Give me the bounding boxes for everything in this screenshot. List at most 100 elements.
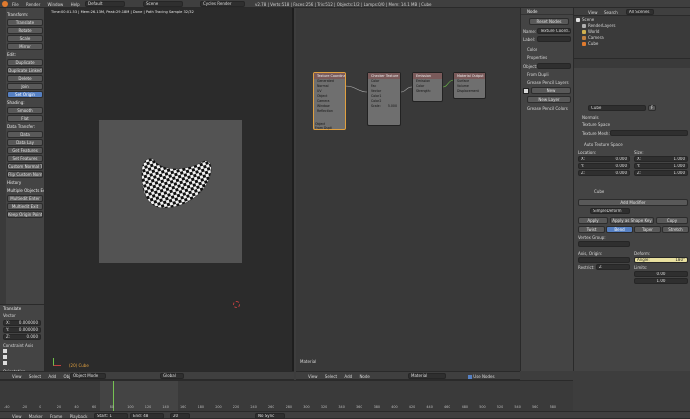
shelf-button[interactable]: Data Lay [7, 139, 43, 146]
shelf-button[interactable]: Delete [7, 75, 43, 82]
shelf-section-title[interactable]: Multiple Objects Editor [7, 188, 44, 194]
shelf-button[interactable]: Multiedit Exit [7, 203, 43, 210]
shelf-section-title[interactable]: History [7, 180, 44, 186]
timeline[interactable]: -40 -20 0 20 40 60 80 100 120 140 160 180 200 220 240 2… [0, 380, 573, 412]
node-panel-title[interactable]: Node [521, 8, 573, 15]
grease-pencil-panel-title[interactable]: Grease Pencil Layers [527, 80, 569, 85]
shelf-button[interactable]: Flip Custom Normals [7, 171, 43, 178]
gp-new-layer-button[interactable]: New Layer [527, 96, 571, 103]
deform-mode-button[interactable]: Bend [606, 226, 633, 233]
node-socket-row[interactable]: Scale: 5.000 [368, 104, 400, 109]
normals-panel-title[interactable]: Normals [582, 115, 599, 120]
axis-origin-field[interactable] [578, 257, 630, 263]
pivot-selector[interactable]: Global [160, 373, 184, 379]
gp-color-swatch[interactable] [523, 88, 529, 94]
use-nodes-toggle[interactable]: Use Nodes [468, 374, 495, 379]
node-socket-row[interactable]: Displacement [454, 89, 485, 94]
shelf-section-title[interactable]: Shading: [7, 100, 44, 106]
scene-selector[interactable]: Scene [143, 1, 183, 7]
current-frame-field[interactable]: 20 [170, 413, 190, 419]
viewport-3d[interactable]: Time:00:01.53 | Mem:26.13M, Peak:29.18M … [45, 8, 294, 371]
timeline-menu-marker[interactable]: Marker [29, 414, 43, 419]
shelf-button[interactable]: Set Origin [7, 91, 43, 98]
shelf-section-title[interactable]: Edit: [7, 52, 44, 58]
apply-shape-key-button[interactable]: Apply as Shape Key [610, 217, 654, 224]
restrict-axis-field[interactable]: Z [596, 264, 630, 270]
mesh-name-field[interactable]: Cube [588, 105, 646, 111]
constraint-x-checkbox[interactable] [3, 349, 7, 353]
shelf-button[interactable]: Join [7, 83, 43, 90]
node-socket-row[interactable]: Strength:1.000 [413, 89, 442, 94]
modifier-name-field[interactable]: SimpleDeform [590, 208, 630, 214]
shader-node[interactable]: Checker Texture Color Fac Vector Color1 Color… [367, 72, 401, 126]
color-panel-title[interactable]: Color [527, 47, 537, 52]
location-field[interactable]: X: 0.000 [578, 156, 630, 162]
node-label-field[interactable] [537, 36, 571, 42]
copy-modifier-button[interactable]: Copy [656, 217, 688, 224]
shelf-button[interactable]: Duplicate [7, 59, 43, 66]
node-menu-node[interactable]: Node [359, 374, 369, 379]
node-menu-select[interactable]: Select [325, 374, 337, 379]
viewport-menu-view[interactable]: View [12, 374, 22, 379]
vector-z-field[interactable]: Z: 0.000 [3, 334, 41, 340]
start-frame-field[interactable]: Start: 1 [94, 413, 128, 419]
apply-button[interactable]: Apply [578, 217, 608, 224]
shelf-section-title[interactable]: Transform: [7, 12, 44, 18]
shelf-button[interactable]: Translate [7, 19, 43, 26]
shelf-button[interactable]: Set Features [7, 155, 43, 162]
translate-panel-title[interactable]: Translate [0, 305, 44, 312]
end-frame-field[interactable]: End: 48 [130, 413, 164, 419]
limit-max-field[interactable]: 1.00 [634, 278, 688, 284]
deform-mode-button[interactable]: Taper [634, 226, 661, 233]
fake-user-button[interactable]: F [648, 105, 656, 111]
blender-logo-icon[interactable] [2, 1, 8, 7]
shelf-section-title[interactable]: Data Transfer: [7, 124, 44, 130]
gp-colors-panel-title[interactable]: Grease Pencil Colors [527, 106, 568, 111]
menu-window[interactable]: Window [48, 2, 64, 7]
node-from-dupli-checkbox[interactable]: From Dupli [315, 126, 332, 130]
outliner-menu-search[interactable]: Search [604, 10, 618, 15]
from-dupli-checkbox[interactable]: From Dupli [527, 72, 549, 77]
reset-nodes-button[interactable]: Reset Nodes [529, 18, 569, 25]
node-menu-view[interactable]: View [308, 374, 318, 379]
timeline-menu-playback[interactable]: Playback [70, 414, 88, 419]
node-name-field[interactable]: Texture Coord... [537, 28, 571, 34]
properties-panel-title[interactable]: Properties [527, 55, 547, 60]
node-menu-add[interactable]: Add [344, 374, 352, 379]
shader-node[interactable]: EmissionEmissionColorStrength:1.000 [412, 72, 443, 102]
angle-field[interactable]: Angle: 180° [634, 257, 688, 263]
add-modifier-button[interactable]: Add Modifier [578, 199, 688, 206]
viewport-menu-select[interactable]: Select [29, 374, 41, 379]
menu-help[interactable]: Help [71, 2, 80, 7]
auto-texture-checkbox[interactable]: Auto Texture Space [584, 142, 623, 147]
vertex-group-field[interactable] [578, 241, 630, 247]
vector-x-field[interactable]: X: 0.000000 [3, 320, 41, 326]
timeline-menu-view[interactable]: View [12, 414, 22, 419]
location-field[interactable]: Z: 0.000 [578, 170, 630, 176]
menu-file[interactable]: File [12, 2, 19, 7]
deform-mode-button[interactable]: Stretch [662, 226, 689, 233]
sync-selector[interactable]: No Sync [255, 413, 285, 419]
deform-mode-button[interactable]: Twist [578, 226, 605, 233]
size-field[interactable]: Z: 1.000 [634, 170, 688, 176]
gp-new-button[interactable]: New [531, 87, 571, 94]
texture-mesh-field[interactable] [610, 130, 688, 136]
outliner-menu-view[interactable]: View [588, 10, 598, 15]
shelf-button[interactable]: Multiedit Enter [7, 195, 43, 202]
menu-render[interactable]: Render [26, 2, 40, 7]
shader-node[interactable]: Material Output Surface Volume Displacement [453, 72, 486, 99]
size-field[interactable]: X: 1.000 [634, 156, 688, 162]
shelf-button[interactable]: Smooth [7, 107, 43, 114]
shelf-button[interactable]: Get Features [7, 147, 43, 154]
layout-selector[interactable]: Default [85, 1, 125, 7]
shelf-button[interactable]: Flat [7, 115, 43, 122]
node-socket-row[interactable]: Reflection [314, 109, 345, 114]
shelf-button[interactable]: Duplicate Linked [7, 67, 43, 74]
location-field[interactable]: Y: 0.000 [578, 163, 630, 169]
size-field[interactable]: Y: 1.000 [634, 163, 688, 169]
shelf-button[interactable]: Scale [7, 35, 43, 42]
constraint-y-checkbox[interactable] [3, 355, 7, 359]
outliner-item[interactable]: Cube [574, 41, 690, 47]
3d-cursor-icon[interactable] [233, 301, 240, 308]
node-editor[interactable]: Texture CoordinateGeneratedNormalUVObjec… [296, 8, 520, 371]
